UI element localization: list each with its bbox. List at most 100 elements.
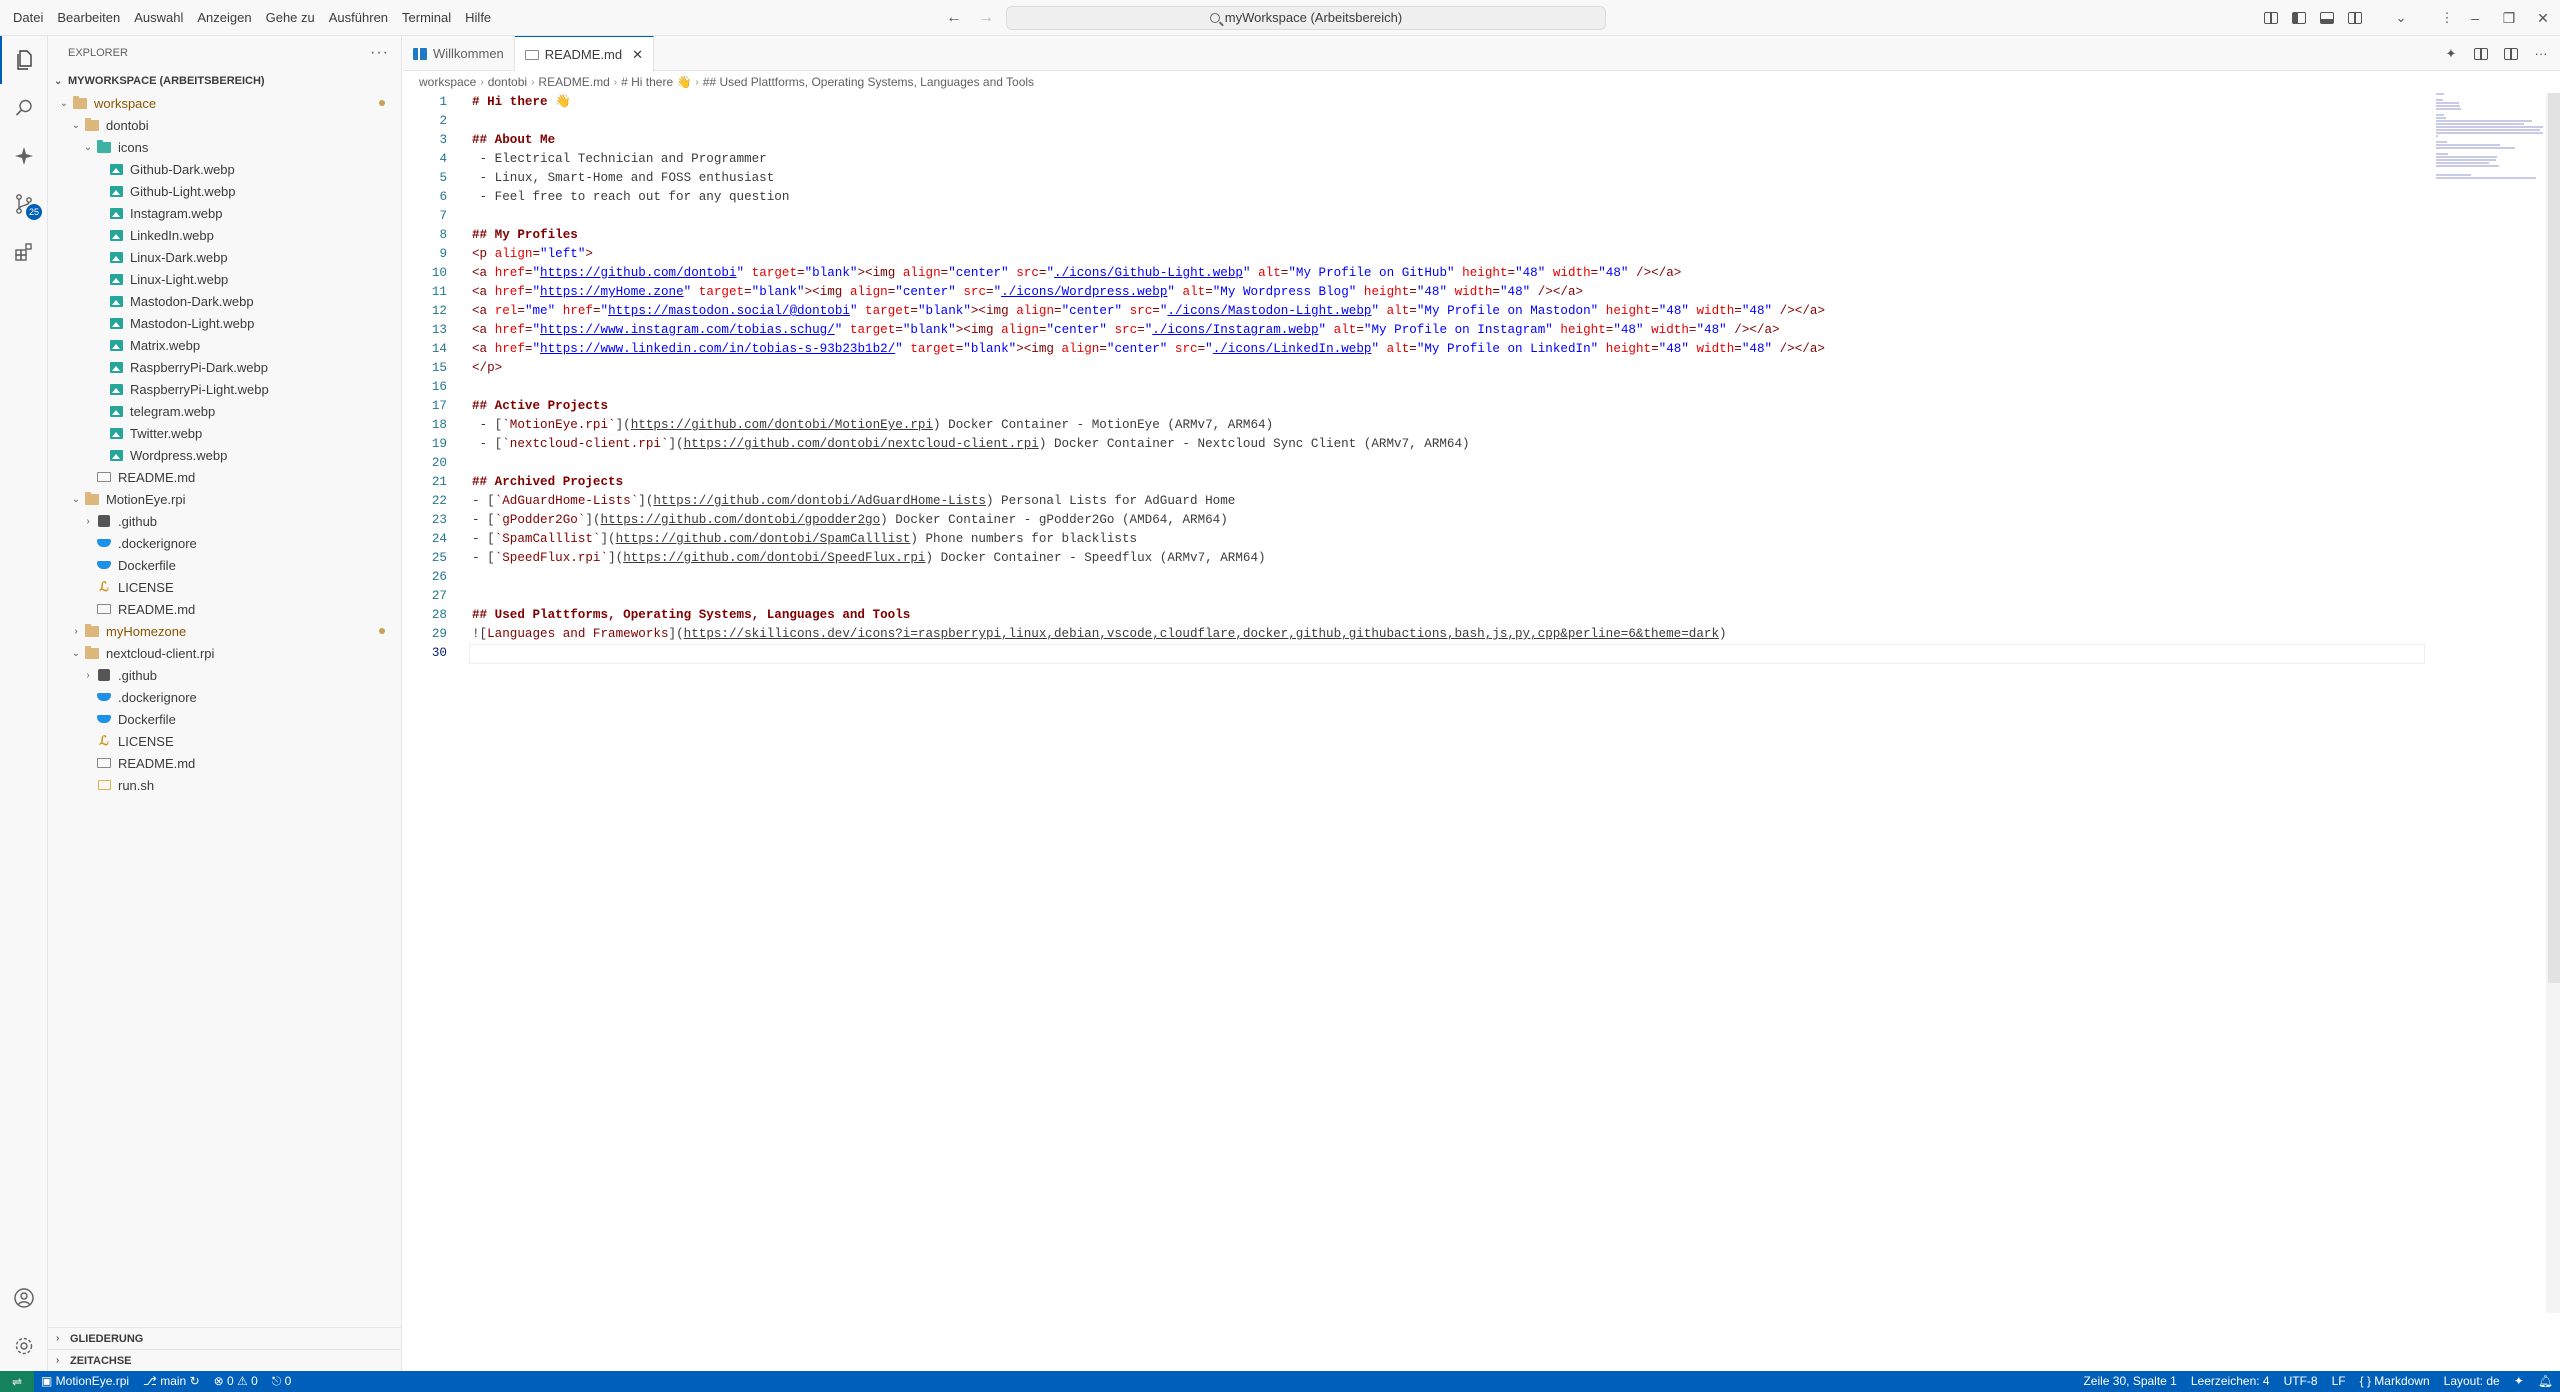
status-eol[interactable]: LF — [2325, 1371, 2353, 1392]
code-line[interactable]: 22 - [`AdGuardHome-Lists`](https://github… — [403, 492, 2423, 511]
tree-file[interactable]: ›ℒLICENSE — [48, 730, 401, 752]
tree-file[interactable]: ›Github-Dark.webp — [48, 158, 401, 180]
tree-file[interactable]: ›ℒLICENSE — [48, 576, 401, 598]
tree-file[interactable]: ›LinkedIn.webp — [48, 224, 401, 246]
close-icon[interactable]: ✕ — [632, 47, 643, 63]
toggle-secondary-sidebar-icon[interactable] — [2344, 7, 2366, 29]
code-line[interactable]: 9 <p align="left"> — [403, 245, 2423, 264]
open-preview-icon[interactable] — [2470, 43, 2492, 65]
forward-arrow-icon[interactable]: → — [976, 6, 996, 30]
menu-item[interactable]: Terminal — [395, 0, 458, 36]
tree-folder[interactable]: ⌄ dontobi — [48, 114, 401, 136]
tree-folder[interactable]: ⌄ workspace — [48, 92, 401, 114]
code-line[interactable]: 13 <a href="https://www.instagram.com/tob… — [403, 321, 2423, 340]
split-editor-icon[interactable] — [2500, 43, 2522, 65]
code-line[interactable]: 12 <a rel="me" href="https://mastodon.soc… — [403, 302, 2423, 321]
search-icon[interactable] — [0, 84, 48, 132]
code-line[interactable]: 19 - [`nextcloud-client.rpi`](https://gi… — [403, 435, 2423, 454]
breadcrumb-item[interactable]: README.md — [538, 75, 609, 89]
menu-item[interactable]: Anzeigen — [190, 0, 258, 36]
status-language[interactable]: { } Markdown — [2353, 1371, 2437, 1392]
code-editor[interactable]: 1 # Hi there 👋 2 3 ## About Me 4 - Electrical… — [403, 93, 2425, 664]
minimap[interactable] — [2436, 93, 2546, 183]
tree-file[interactable]: ›Mastodon-Light.webp — [48, 312, 401, 334]
code-line[interactable]: 10 <a href="https://github.com/dontobi" t… — [403, 264, 2423, 283]
code-line[interactable]: 28 ## Used Plattforms, Operating Systems,… — [403, 606, 2423, 625]
editor-scrollbar[interactable] — [2546, 93, 2560, 1313]
tree-file[interactable]: ›telegram.webp — [48, 400, 401, 422]
tree-folder[interactable]: › .github — [48, 510, 401, 532]
code-line[interactable]: 27 — [403, 587, 2423, 606]
code-line[interactable]: 16 — [403, 378, 2423, 397]
code-line[interactable]: 8 ## My Profiles — [403, 226, 2423, 245]
tree-folder[interactable]: ⌄ nextcloud-client.rpi — [48, 642, 401, 664]
code-line[interactable]: 21 ## Archived Projects — [403, 473, 2423, 492]
status-ports[interactable]: ⎋ 0 — [265, 1371, 299, 1392]
remote-indicator-icon[interactable]: ⇌ — [0, 1371, 34, 1392]
menu-item[interactable]: Gehe zu — [259, 0, 322, 36]
back-arrow-icon[interactable]: ← — [944, 6, 964, 30]
menu-item[interactable]: Ausführen — [322, 0, 395, 36]
code-line[interactable]: 6 - Feel free to reach out for any quest… — [403, 188, 2423, 207]
source-control-icon[interactable]: 25 — [0, 180, 48, 228]
tree-folder[interactable]: › .github — [48, 664, 401, 686]
code-line[interactable]: 29 ![Languages and Frameworks](https://sk… — [403, 625, 2423, 644]
more-actions-icon[interactable]: ⋮ — [2436, 7, 2458, 29]
explorer-icon[interactable] — [0, 36, 48, 84]
status-repo[interactable]: ▣ MotionEye.rpi — [34, 1371, 136, 1392]
code-line[interactable]: 1 # Hi there 👋 — [403, 93, 2423, 112]
tree-folder[interactable]: ⌄ icons — [48, 136, 401, 158]
breadcrumb-item[interactable]: workspace — [419, 75, 476, 89]
sparkle-icon[interactable]: ✦ — [2440, 43, 2462, 65]
tree-file[interactable]: ›.dockerignore — [48, 532, 401, 554]
tree-file[interactable]: ›README.md — [48, 598, 401, 620]
workspace-section-header[interactable]: ⌄ MYWORKSPACE (ARBEITSBEREICH) — [48, 70, 401, 92]
tree-file[interactable]: ›.dockerignore — [48, 686, 401, 708]
code-line[interactable]: 15 </p> — [403, 359, 2423, 378]
status-indentation[interactable]: Leerzeichen: 4 — [2184, 1371, 2277, 1392]
code-line[interactable]: 25 - [`SpeedFlux.rpi`](https://github.com… — [403, 549, 2423, 568]
code-line[interactable]: 30 — [403, 644, 2425, 664]
tree-file[interactable]: ›Matrix.webp — [48, 334, 401, 356]
chevron-down-icon[interactable]: ⌄ — [2390, 7, 2412, 29]
code-line[interactable]: 4 - Electrical Technician and Programmer — [403, 150, 2423, 169]
status-cursor-position[interactable]: Zeile 30, Spalte 1 — [2076, 1371, 2183, 1392]
tree-file[interactable]: ›Github-Light.webp — [48, 180, 401, 202]
tab-welcome[interactable]: Willkommen — [403, 36, 515, 71]
tree-folder[interactable]: ⌄ MotionEye.rpi — [48, 488, 401, 510]
tree-file[interactable]: ›Linux-Light.webp — [48, 268, 401, 290]
code-line[interactable]: 11 <a href="https://myHome.zone" target="… — [403, 283, 2423, 302]
tree-file[interactable]: ›RaspberryPi-Dark.webp — [48, 356, 401, 378]
more-actions-icon[interactable]: ··· — [2530, 43, 2552, 65]
code-line[interactable]: 26 — [403, 568, 2423, 587]
tree-file[interactable]: ›README.md — [48, 752, 401, 774]
tree-file[interactable]: ›Twitter.webp — [48, 422, 401, 444]
toggle-primary-sidebar-icon[interactable] — [2288, 7, 2310, 29]
gear-icon[interactable] — [0, 1322, 48, 1370]
toggle-panel-icon[interactable] — [2316, 7, 2338, 29]
menu-item[interactable]: Hilfe — [458, 0, 498, 36]
tree-file[interactable]: ›Dockerfile — [48, 554, 401, 576]
code-line[interactable]: 23 - [`gPodder2Go`](https://github.com/do… — [403, 511, 2423, 530]
code-line[interactable]: 18 - [`MotionEye.rpi`](https://github.co… — [403, 416, 2423, 435]
tree-file[interactable]: ›Instagram.webp — [48, 202, 401, 224]
tree-file[interactable]: ›Dockerfile — [48, 708, 401, 730]
tree-file[interactable]: ›Mastodon-Dark.webp — [48, 290, 401, 312]
close-window-icon[interactable]: ✕ — [2526, 0, 2560, 36]
status-keyboard-layout[interactable]: Layout: de — [2437, 1371, 2507, 1392]
breadcrumb-item[interactable]: # Hi there 👋 — [621, 75, 691, 89]
code-line[interactable]: 14 <a href="https://www.linkedin.com/in/t… — [403, 340, 2423, 359]
more-actions-icon[interactable]: ··· — [370, 44, 389, 62]
copilot-sparkle-icon[interactable] — [0, 132, 48, 180]
status-branch[interactable]: ⎇ main ↻ — [136, 1371, 207, 1392]
status-problems[interactable]: ⊗ 0 ⚠ 0 — [207, 1371, 265, 1392]
breadcrumb-item[interactable]: ## Used Plattforms, Operating Systems, L… — [703, 75, 1034, 89]
notifications-bell-icon[interactable]: 🔔︎ — [2531, 1371, 2560, 1392]
tree-file[interactable]: ›Wordpress.webp — [48, 444, 401, 466]
customize-layout-icon[interactable] — [2260, 7, 2282, 29]
outline-pane-header[interactable]: › GLIEDERUNG — [48, 1327, 402, 1349]
code-line[interactable]: 24 - [`SpamCalllist`](https://github.com/… — [403, 530, 2423, 549]
menu-item[interactable]: Auswahl — [127, 0, 190, 36]
code-line[interactable]: 5 - Linux, Smart-Home and FOSS enthusias… — [403, 169, 2423, 188]
minimize-icon[interactable]: – — [2458, 0, 2492, 36]
